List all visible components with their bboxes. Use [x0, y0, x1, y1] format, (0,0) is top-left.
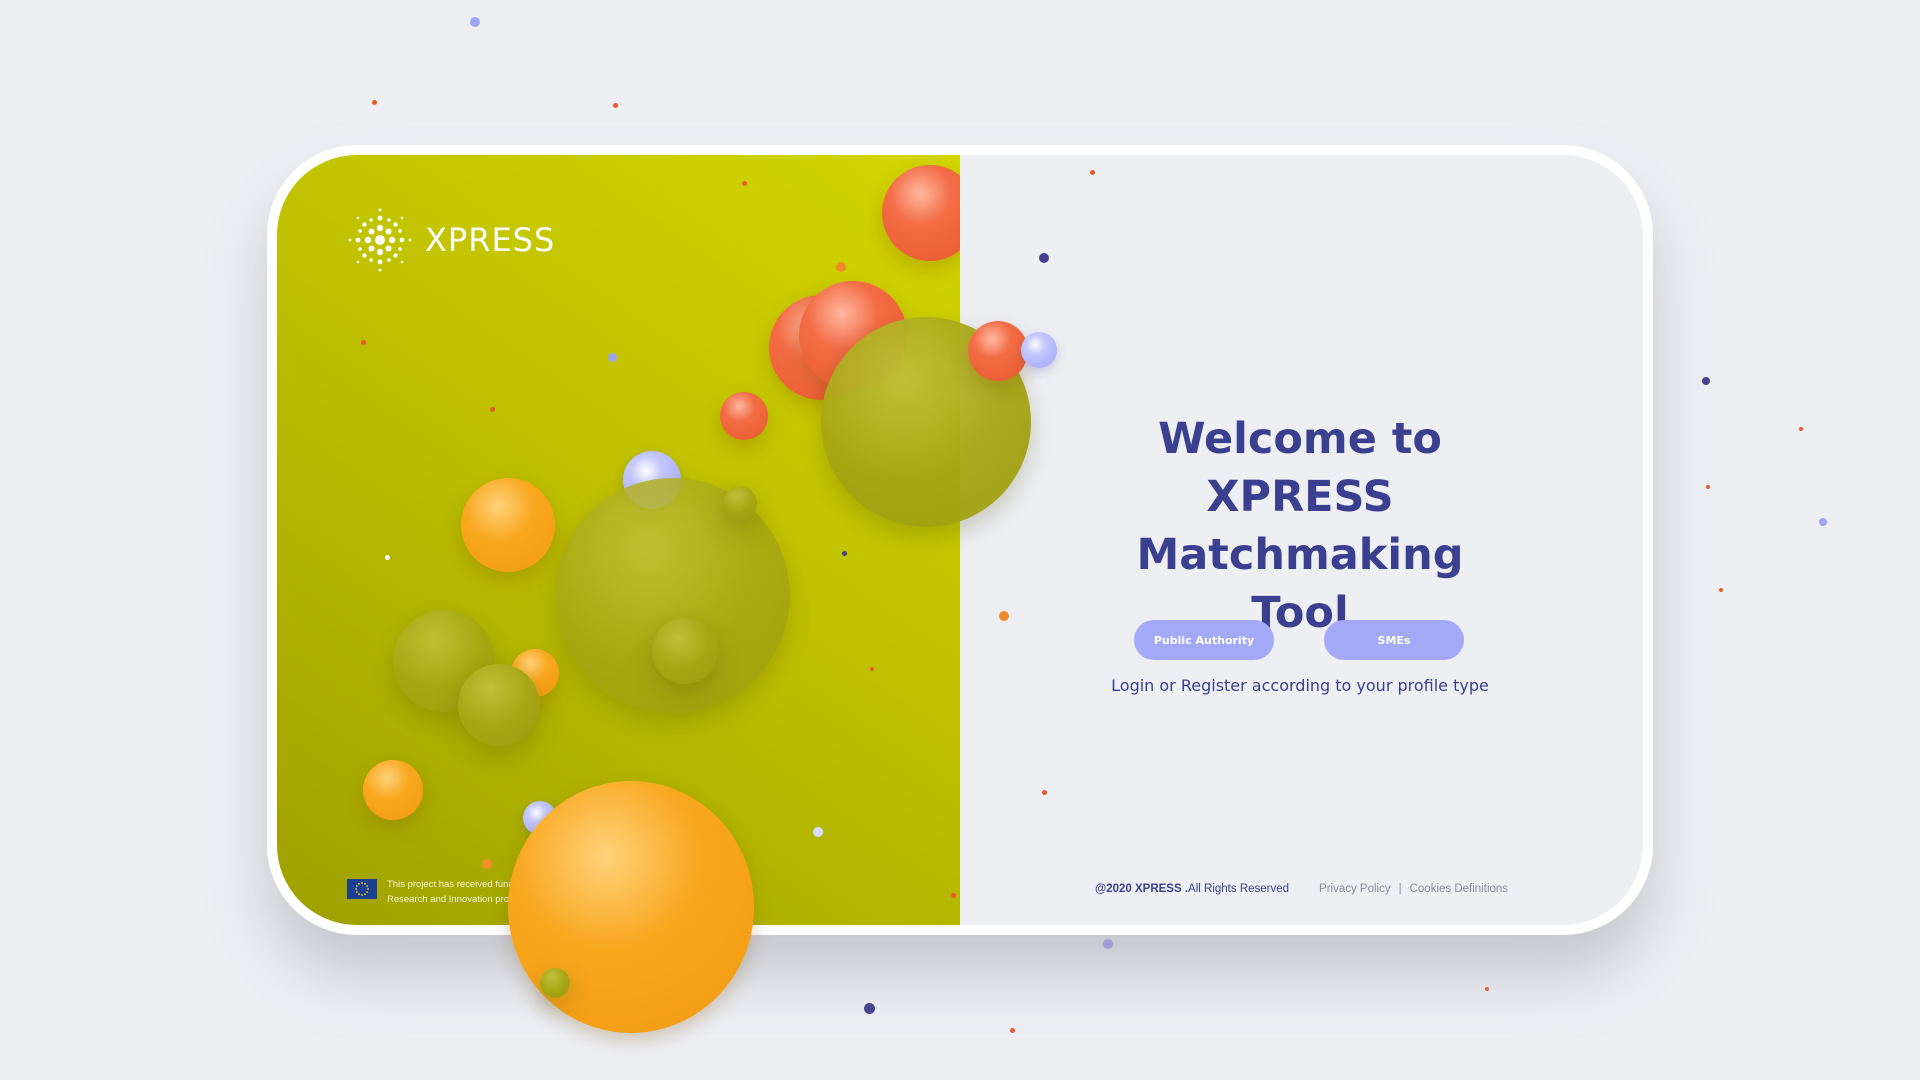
decor-dot — [613, 103, 618, 108]
decor-dot — [1819, 518, 1827, 526]
page: XPRESS This project has received Researc… — [0, 0, 1920, 1080]
privacy-policy-link[interactable]: Privacy Policy — [1319, 883, 1391, 895]
profile-buttons: Public Authority SMEs — [1134, 620, 1464, 660]
decor-bubble — [968, 321, 1028, 381]
decor-dot — [1706, 485, 1710, 489]
decor-dot — [482, 859, 492, 869]
decor-dot — [1702, 377, 1710, 385]
decor-dot — [1010, 1028, 1015, 1033]
decor-dot — [608, 353, 617, 362]
decor-dot — [870, 667, 874, 671]
decor-dot — [1799, 427, 1803, 431]
decor-bubble — [1021, 332, 1057, 368]
decor-bubble — [363, 760, 423, 820]
decor-dot — [842, 551, 847, 556]
decor-dot — [361, 340, 366, 345]
page-subtitle: Login or Register according to your prof… — [1111, 676, 1489, 695]
decor-dot — [372, 100, 377, 105]
decor-dot — [742, 181, 747, 186]
decor-bubble — [540, 968, 570, 998]
decor-bubble — [458, 664, 540, 746]
page-title: Welcome to XPRESS Matchmaking Tool — [1100, 410, 1500, 642]
xpress-logo[interactable]: XPRESS — [347, 207, 555, 273]
decor-bubble — [720, 392, 768, 440]
footer-separator: | — [1398, 883, 1402, 895]
logo-text: XPRESS — [425, 221, 556, 259]
decor-dot — [813, 827, 823, 837]
eu-flag-icon — [347, 879, 377, 899]
decor-dot — [470, 17, 480, 27]
decor-bubble — [652, 618, 718, 684]
decor-dot — [864, 1003, 875, 1014]
footer: @2020 XPRESS . All Rights Reserved Priva… — [1095, 883, 1508, 895]
cookies-definitions-link[interactable]: Cookies Definitions — [1410, 883, 1508, 895]
xpress-dotted-sunburst-icon — [348, 208, 412, 272]
decor-dot — [490, 407, 495, 412]
decor-bubble — [723, 486, 757, 520]
decor-dot — [385, 555, 390, 560]
decor-dot — [1719, 588, 1723, 592]
smes-button[interactable]: SMEs — [1324, 620, 1464, 660]
copyright-brand: @2020 XPRESS . — [1095, 883, 1189, 895]
decor-dot — [1090, 170, 1095, 175]
decor-dot — [1039, 253, 1049, 263]
decor-dot — [1042, 790, 1047, 795]
decor-dot — [836, 262, 846, 272]
decor-bubble — [508, 781, 754, 1033]
copyright-text: All Rights Reserved — [1188, 883, 1290, 895]
decor-dot — [951, 893, 956, 898]
decor-dot — [999, 611, 1009, 621]
title-line-1: Welcome to XPRESS — [1158, 414, 1442, 522]
decor-dot — [1103, 939, 1113, 949]
public-authority-button[interactable]: Public Authority — [1134, 620, 1274, 660]
decor-dot — [1485, 987, 1489, 991]
decor-bubble — [461, 478, 555, 572]
